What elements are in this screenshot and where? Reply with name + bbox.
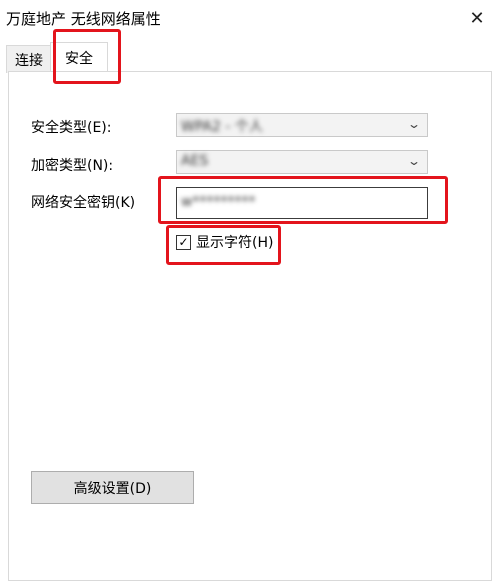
close-icon: ✕	[469, 7, 485, 29]
tab-connection[interactable]: 连接	[6, 45, 52, 73]
encryption-type-value: AES	[181, 153, 209, 169]
close-button[interactable]: ✕	[454, 0, 500, 36]
checkmark-icon: ✓	[178, 235, 189, 249]
chevron-down-icon: ⌄	[406, 117, 422, 131]
security-type-value: WPA2 - 个人	[181, 119, 263, 135]
window-title: 万庭地产 无线网络属性	[6, 10, 161, 28]
security-type-label: 安全类型(E):	[31, 120, 112, 136]
show-characters-label: 显示字符(H)	[196, 235, 274, 251]
title-bar: 万庭地产 无线网络属性 ✕	[0, 0, 500, 36]
chevron-down-icon: ⌄	[406, 154, 422, 168]
security-type-select[interactable]: WPA2 - 个人 ⌄	[176, 113, 428, 137]
encryption-type-label: 加密类型(N):	[31, 158, 114, 174]
show-characters-option[interactable]: ✓ 显示字符(H)	[176, 232, 273, 252]
encryption-type-select[interactable]: AES ⌄	[176, 150, 428, 174]
security-panel	[8, 71, 492, 581]
network-key-value: w*********	[181, 194, 256, 210]
network-key-input[interactable]: w*********	[176, 187, 428, 219]
show-characters-checkbox[interactable]: ✓	[176, 234, 191, 250]
tab-security[interactable]: 安全	[50, 42, 108, 73]
advanced-settings-button[interactable]: 高级设置(D)	[31, 471, 194, 504]
network-key-label: 网络安全密钥(K)	[31, 195, 136, 211]
